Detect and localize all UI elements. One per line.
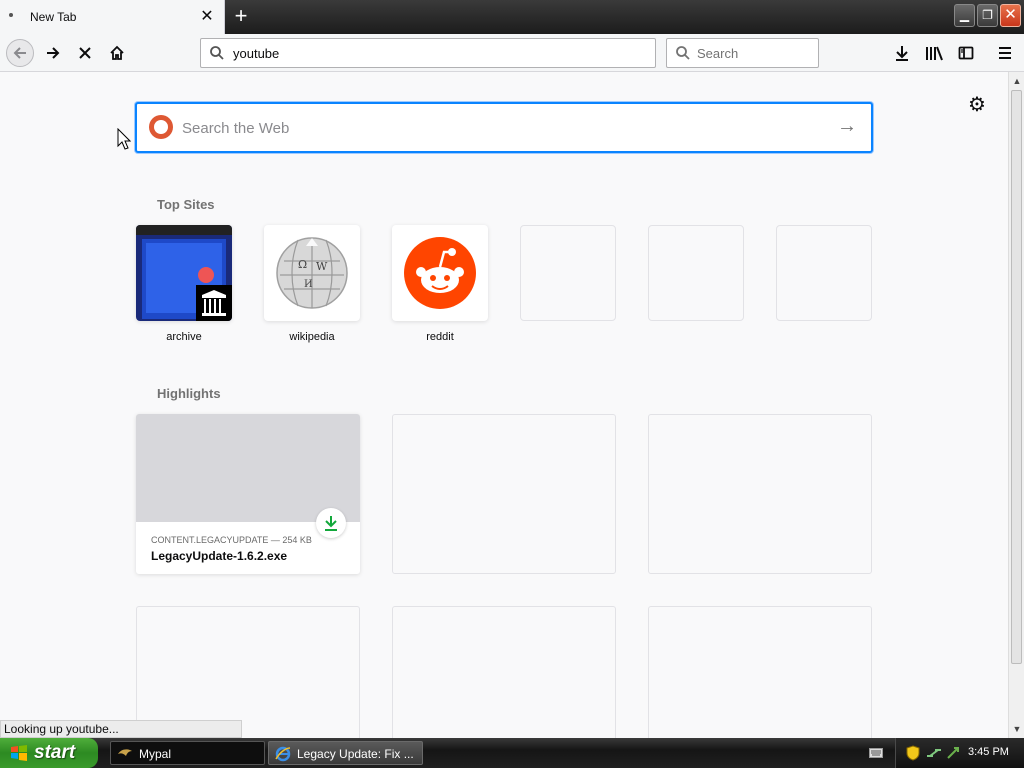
top-site-reddit[interactable] bbox=[392, 225, 488, 321]
top-site-label: reddit bbox=[426, 331, 454, 343]
tab-loading-icon bbox=[9, 13, 13, 17]
highlight-card-download[interactable]: CONTENT.LEGACYUPDATE — 254 KB LegacyUpda… bbox=[136, 414, 360, 574]
mypal-app-icon bbox=[118, 749, 132, 756]
menu-button[interactable] bbox=[991, 39, 1019, 67]
network-icon[interactable] bbox=[926, 746, 942, 760]
tab-strip: New Tab ✕ + ▁ ❐ ✕ bbox=[0, 0, 1024, 34]
top-site-empty-slot[interactable] bbox=[520, 225, 616, 321]
new-tab-button[interactable]: + bbox=[228, 4, 254, 30]
archive-screenshot-thumbnail bbox=[136, 225, 232, 321]
forward-arrow-icon bbox=[47, 47, 60, 59]
address-bar[interactable]: youtube bbox=[200, 38, 656, 68]
tab-new-tab[interactable]: New Tab ✕ bbox=[0, 0, 225, 34]
highlight-title[interactable]: LegacyUpdate-1.6.2.exe bbox=[151, 549, 287, 563]
navigation-toolbar: youtube Search bbox=[0, 34, 1024, 72]
download-badge bbox=[316, 508, 346, 538]
scroll-up-arrow-icon[interactable]: ▲ bbox=[1010, 73, 1024, 89]
downloads-button[interactable] bbox=[888, 39, 916, 67]
stop-icon bbox=[79, 47, 91, 59]
home-button[interactable] bbox=[103, 39, 131, 67]
top-site-wikipedia[interactable]: Ω W И bbox=[264, 225, 360, 321]
taskbar-item-mypal[interactable]: Mypal bbox=[110, 741, 265, 765]
svg-text:Ω: Ω bbox=[298, 258, 307, 271]
new-tab-page: ⚙ Search the Web → Top Sites archive Ω W… bbox=[0, 72, 1008, 766]
search-icon bbox=[676, 46, 690, 60]
tab-close-button[interactable]: ✕ bbox=[198, 8, 216, 26]
address-text[interactable]: youtube bbox=[233, 46, 279, 61]
library-icon bbox=[926, 46, 943, 61]
taskbar-item-label: Legacy Update: Fix ... bbox=[297, 747, 414, 761]
keyboard-icon[interactable] bbox=[869, 748, 883, 758]
search-bar[interactable]: Search bbox=[666, 38, 819, 68]
highlight-empty-slot bbox=[648, 414, 872, 574]
duckduckgo-logo-icon bbox=[149, 115, 173, 139]
search-placeholder[interactable]: Search bbox=[697, 46, 738, 61]
top-sites-heading: Top Sites bbox=[157, 197, 215, 212]
highlights-heading: Highlights bbox=[157, 386, 221, 401]
top-site-label: archive bbox=[166, 331, 202, 343]
update-icon[interactable] bbox=[946, 746, 960, 760]
sidebar-icon bbox=[958, 46, 974, 60]
taskbar: start Mypal Legacy Update: Fix ... 3:45 … bbox=[0, 738, 1024, 768]
top-site-label: wikipedia bbox=[289, 331, 335, 343]
home-icon bbox=[110, 45, 124, 60]
back-button[interactable] bbox=[6, 39, 34, 67]
restore-button[interactable]: ❐ bbox=[977, 4, 998, 27]
mouse-cursor-icon bbox=[117, 128, 131, 150]
screen: New Tab ✕ + ▁ ❐ ✕ youtube Search ⚙ Searc… bbox=[0, 0, 1024, 768]
web-search-placeholder[interactable]: Search the Web bbox=[182, 120, 289, 137]
internet-explorer-icon bbox=[275, 746, 291, 762]
search-go-arrow-icon[interactable]: → bbox=[837, 115, 857, 138]
stop-button[interactable] bbox=[71, 39, 99, 67]
top-site-empty-slot[interactable] bbox=[776, 225, 872, 321]
security-shield-icon[interactable] bbox=[906, 745, 920, 761]
customize-gear-icon[interactable]: ⚙ bbox=[966, 94, 988, 116]
windows-flag-icon bbox=[11, 745, 27, 761]
highlight-empty-slot bbox=[392, 414, 616, 574]
page-scrollbar[interactable]: ▲ ▼ bbox=[1008, 72, 1024, 738]
top-site-archive[interactable] bbox=[136, 225, 232, 321]
tab-title: New Tab bbox=[30, 10, 77, 24]
svg-text:И: И bbox=[304, 279, 313, 290]
download-icon bbox=[896, 46, 908, 61]
clock[interactable]: 3:45 PM bbox=[968, 746, 1009, 758]
start-label: start bbox=[34, 742, 76, 763]
close-window-button[interactable]: ✕ bbox=[1000, 4, 1021, 27]
sidebar-button[interactable] bbox=[952, 39, 980, 67]
library-button[interactable] bbox=[920, 39, 948, 67]
highlight-source: CONTENT.LEGACYUPDATE — 254 KB bbox=[151, 535, 312, 545]
scroll-down-arrow-icon[interactable]: ▼ bbox=[1010, 721, 1024, 737]
search-icon bbox=[210, 46, 224, 60]
minimize-button[interactable]: ▁ bbox=[954, 4, 975, 27]
svg-text:W: W bbox=[316, 260, 328, 273]
taskbar-item-legacy-update[interactable]: Legacy Update: Fix ... bbox=[268, 741, 423, 765]
highlight-card-image bbox=[136, 414, 360, 522]
taskbar-item-label: Mypal bbox=[139, 747, 172, 761]
download-icon bbox=[325, 516, 337, 531]
web-search-box[interactable]: Search the Web → bbox=[135, 102, 873, 153]
hamburger-menu-icon bbox=[999, 47, 1011, 59]
system-tray: 3:45 PM bbox=[895, 738, 1024, 768]
top-site-empty-slot[interactable] bbox=[648, 225, 744, 321]
status-bar: Looking up youtube... bbox=[0, 720, 242, 738]
reddit-logo-icon bbox=[404, 237, 476, 309]
back-arrow-icon bbox=[13, 47, 26, 59]
scrollbar-thumb[interactable] bbox=[1011, 90, 1022, 664]
wikipedia-globe-icon: Ω W И bbox=[276, 237, 348, 309]
start-button[interactable]: start bbox=[0, 738, 98, 768]
forward-button[interactable] bbox=[39, 39, 67, 67]
